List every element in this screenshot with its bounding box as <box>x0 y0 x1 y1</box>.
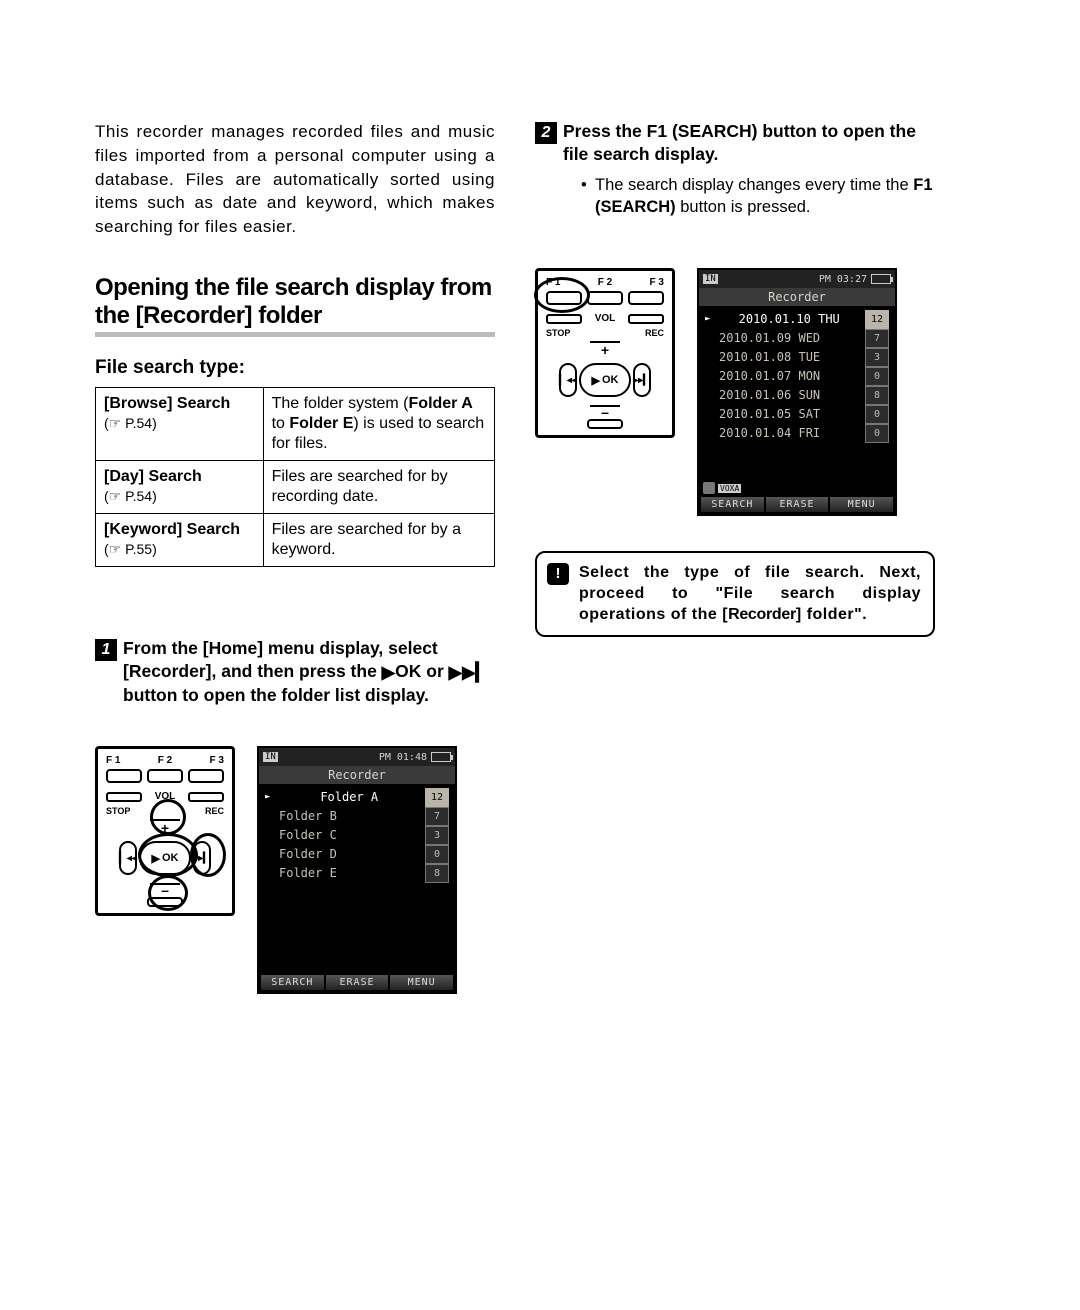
softkey-menu: MENU <box>830 497 893 512</box>
recorder-buttons-diagram: F 1F 2F 3 VOL STOPREC + ▎◂◂ ▶ OK ▸▸▎ <box>95 746 235 916</box>
list-item: 2010.01.05 SAT0 <box>705 405 889 424</box>
step-2-text: Press the F1 (SEARCH) button to open the… <box>563 120 935 166</box>
play-icon: ▶ <box>382 661 395 684</box>
in-badge: IN <box>703 274 718 284</box>
recorder-buttons-diagram: F 1F 2F 3 VOL STOPREC + ▎◂◂ ▶ OK ▸▸▎ <box>535 268 675 438</box>
list-item: Folder A12 <box>265 788 449 807</box>
search-type-name: [Browse] Search <box>104 395 230 412</box>
list-item: Folder E8 <box>265 864 449 883</box>
rec-button <box>628 314 664 324</box>
page-ref: (☞ P.54) <box>104 488 157 504</box>
list-item: 2010.01.10 THU12 <box>705 310 889 329</box>
page-ref: (☞ P.54) <box>104 415 157 431</box>
screen-title: Recorder <box>699 288 895 306</box>
step-2: 2 Press the F1 (SEARCH) button to open t… <box>535 120 935 218</box>
search-type-table: [Browse] Search (☞ P.54) The folder syst… <box>95 387 495 567</box>
list-item: 2010.01.06 SUN8 <box>705 386 889 405</box>
page-ref: (☞ P.55) <box>104 541 157 557</box>
plus-icon: + <box>590 341 620 355</box>
fast-forward-icon: ▶▶▎ <box>449 661 489 684</box>
recorder-screen-dates: IN PM 03:27 Recorder 2010.01.10 THU12 20… <box>697 268 897 516</box>
table-row: [Day] Search (☞ P.54) Files are searched… <box>96 461 495 514</box>
list-item: 2010.01.04 FRI0 <box>705 424 889 443</box>
softkey-menu: MENU <box>390 975 453 990</box>
f1-button <box>106 769 142 783</box>
list-item: Folder D0 <box>265 845 449 864</box>
softkey-search: SEARCH <box>701 497 764 512</box>
highlight-ring-icon <box>150 799 186 835</box>
step-2-bullet: The search display changes every time th… <box>581 174 935 219</box>
f2-button <box>587 291 623 305</box>
table-row: [Keyword] Search (☞ P.55) Files are sear… <box>96 514 495 567</box>
subhead-file-search-type: File search type: <box>95 357 495 379</box>
step-1: 1 From the [Home] menu display, select [… <box>95 637 495 706</box>
stop-button <box>546 314 582 324</box>
step-number-icon: 2 <box>535 122 557 144</box>
note-text: Select the type of file search. Next, pr… <box>579 563 921 625</box>
step-number-icon: 1 <box>95 639 117 661</box>
prev-button: ▎◂◂ <box>119 841 137 875</box>
clock-readout: PM 03:27 <box>819 274 867 285</box>
search-type-desc: Files are searched for by a keyword. <box>263 514 494 567</box>
softkey-search: SEARCH <box>261 975 324 990</box>
softkey-erase: ERASE <box>326 975 389 990</box>
minus-icon: – <box>590 405 620 417</box>
in-badge: IN <box>263 752 278 762</box>
screen-title: Recorder <box>259 766 455 784</box>
battery-icon <box>871 274 891 284</box>
highlight-ring-icon <box>190 833 226 877</box>
f2-button <box>147 769 183 783</box>
intro-paragraph: This recorder manages recorded files and… <box>95 120 495 239</box>
search-type-name: [Day] Search <box>104 468 202 485</box>
section-title: Opening the file search display from the… <box>95 274 495 337</box>
list-item: Folder B7 <box>265 807 449 826</box>
recorder-screen-folders: IN PM 01:48 Recorder Folder A12 Folder B… <box>257 746 457 994</box>
alert-icon: ! <box>547 563 569 585</box>
voxa-badge: VOXA <box>718 484 741 493</box>
list-item: 2010.01.07 MON0 <box>705 367 889 386</box>
ok-button: ▶ OK <box>579 363 631 397</box>
list-item: 2010.01.09 WED7 <box>705 329 889 348</box>
highlight-ring-icon <box>534 277 590 313</box>
step-1-text: From the [Home] menu display, select [Re… <box>123 637 495 706</box>
search-type-desc: Files are searched for by recording date… <box>263 461 494 514</box>
clock-readout: PM 01:48 <box>379 752 427 763</box>
mic-icon <box>703 482 715 494</box>
prev-button: ▎◂◂ <box>559 363 577 397</box>
search-type-name: [Keyword] Search <box>104 521 240 538</box>
softkey-erase: ERASE <box>766 497 829 512</box>
list-item: 2010.01.08 TUE3 <box>705 348 889 367</box>
rec-button <box>188 792 224 802</box>
next-button: ▸▸▎ <box>633 363 651 397</box>
stop-button <box>106 792 142 802</box>
search-type-desc: The folder system (Folder A to Folder E)… <box>263 388 494 461</box>
note-box: ! Select the type of file search. Next, … <box>535 551 935 637</box>
battery-icon <box>431 752 451 762</box>
f3-button <box>628 291 664 305</box>
table-row: [Browse] Search (☞ P.54) The folder syst… <box>96 388 495 461</box>
list-item: Folder C3 <box>265 826 449 845</box>
f3-button <box>188 769 224 783</box>
